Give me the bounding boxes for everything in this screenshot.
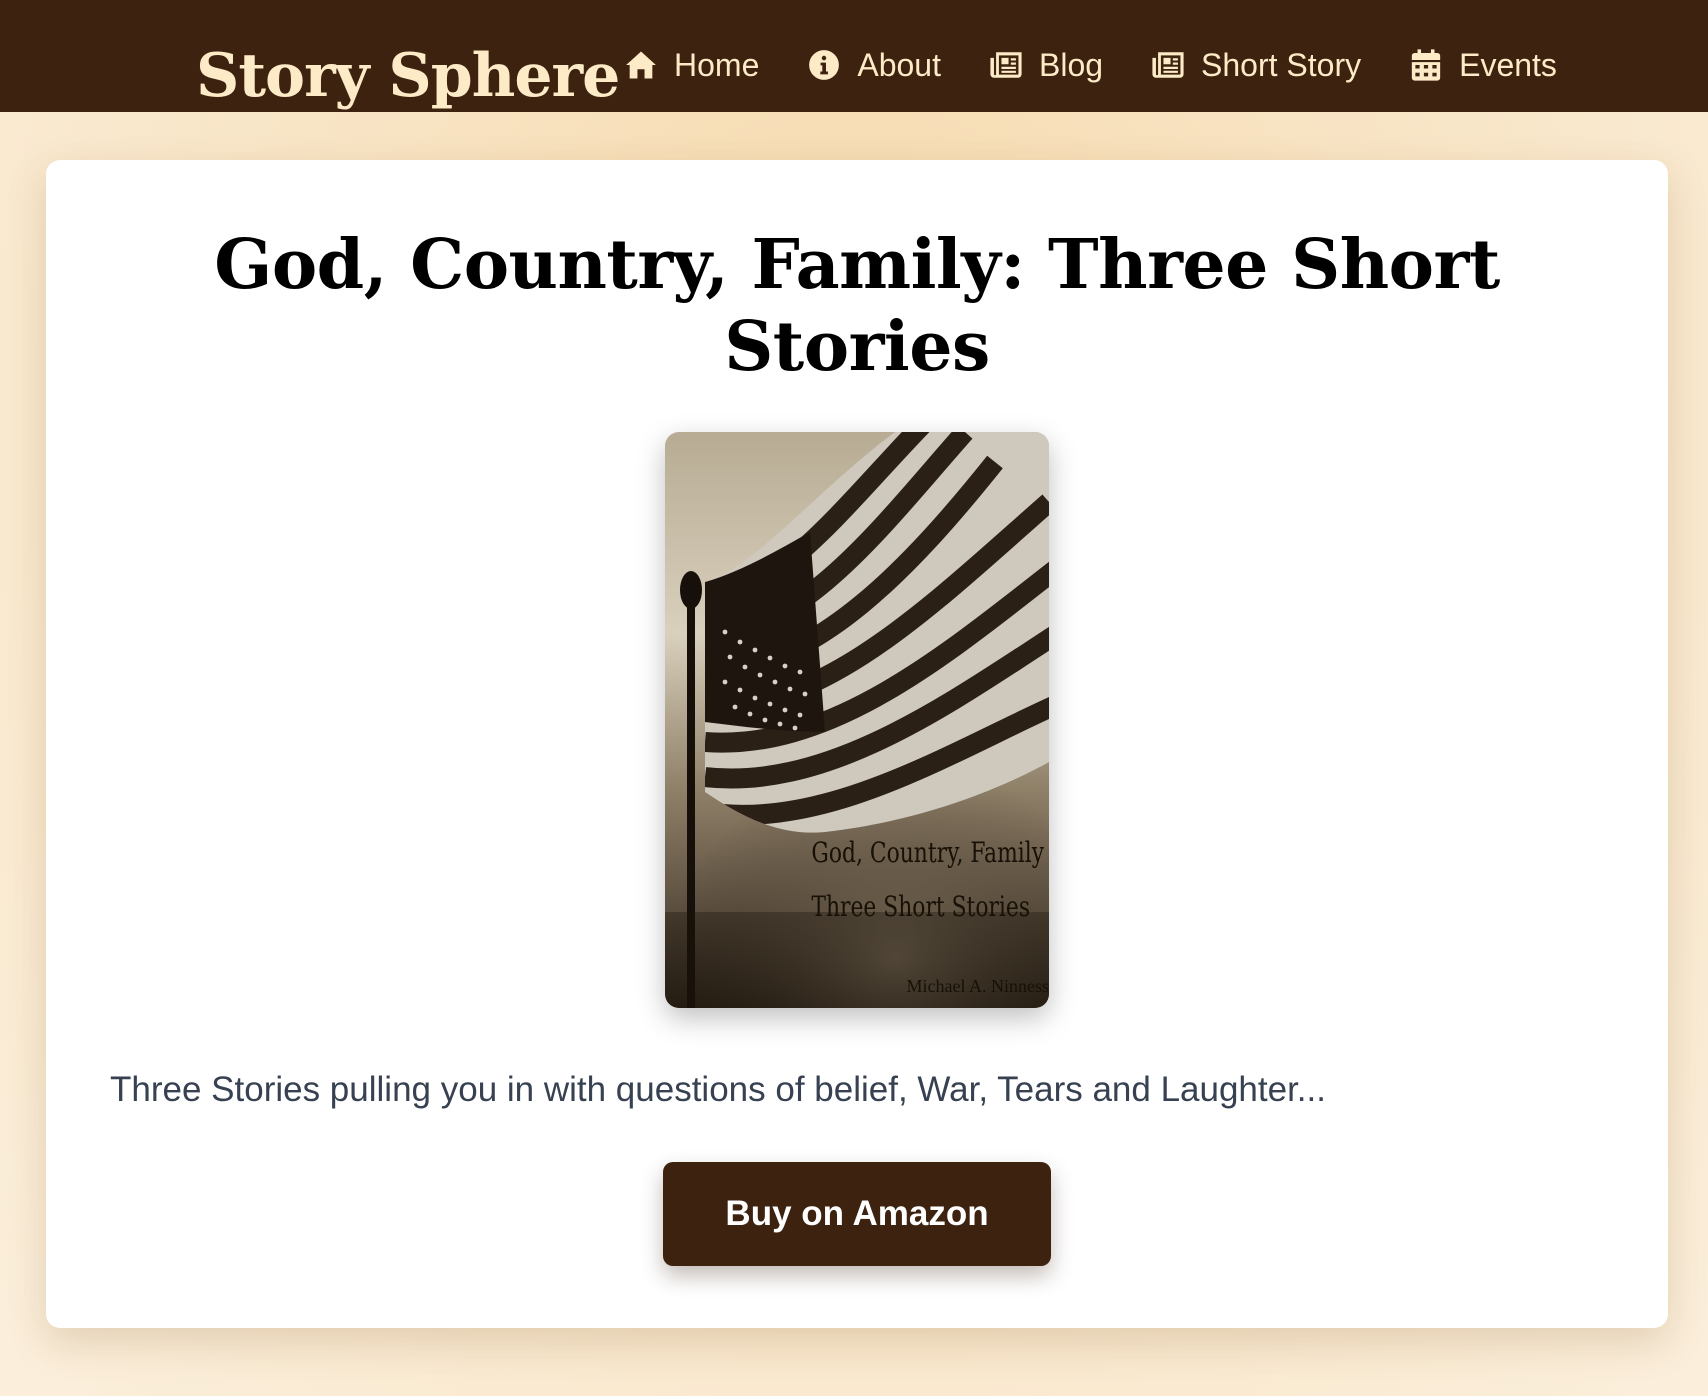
- buy-on-amazon-button[interactable]: Buy on Amazon: [663, 1162, 1051, 1266]
- cover-title-line2: Three Short Stories: [811, 890, 1031, 923]
- nav-item-label: Short Story: [1201, 47, 1362, 83]
- book-card: God, Country, Family: Three Short Storie…: [46, 160, 1668, 1328]
- book-cover-image: God, Country, Family Three Short Stories…: [665, 432, 1049, 1008]
- nav-item-home[interactable]: Home: [624, 40, 759, 90]
- cover-title-line1: God, Country, Family: [811, 836, 1045, 869]
- newspaper-icon: [990, 52, 1022, 78]
- info-circle-icon: [809, 50, 840, 80]
- nav-item-label: Events: [1459, 47, 1557, 83]
- nav-item-label: Home: [674, 47, 760, 83]
- nav-item-label: About: [857, 47, 941, 83]
- calendar-icon: [1411, 49, 1441, 81]
- book-title: God, Country, Family: Three Short Storie…: [214, 225, 1500, 387]
- top-navigation-bar: Story Sphere Home About Blog Short Story: [0, 0, 1708, 112]
- main-nav: Home About Blog Short Story Events: [624, 40, 1557, 90]
- home-icon: [626, 51, 656, 79]
- book-description: Three Stories pulling you in with questi…: [110, 1070, 1326, 1109]
- nav-item-label: Blog: [1038, 47, 1104, 83]
- nav-item-short-story[interactable]: Short Story: [1151, 40, 1361, 90]
- nav-item-events[interactable]: Events: [1409, 40, 1557, 90]
- nav-item-blog[interactable]: Blog: [989, 40, 1103, 90]
- site-logo[interactable]: Story Sphere: [196, 36, 620, 116]
- cover-author: Michael A. Ninness: [906, 976, 1049, 996]
- nav-item-about[interactable]: About: [807, 40, 941, 90]
- newspaper-icon: [1152, 52, 1184, 78]
